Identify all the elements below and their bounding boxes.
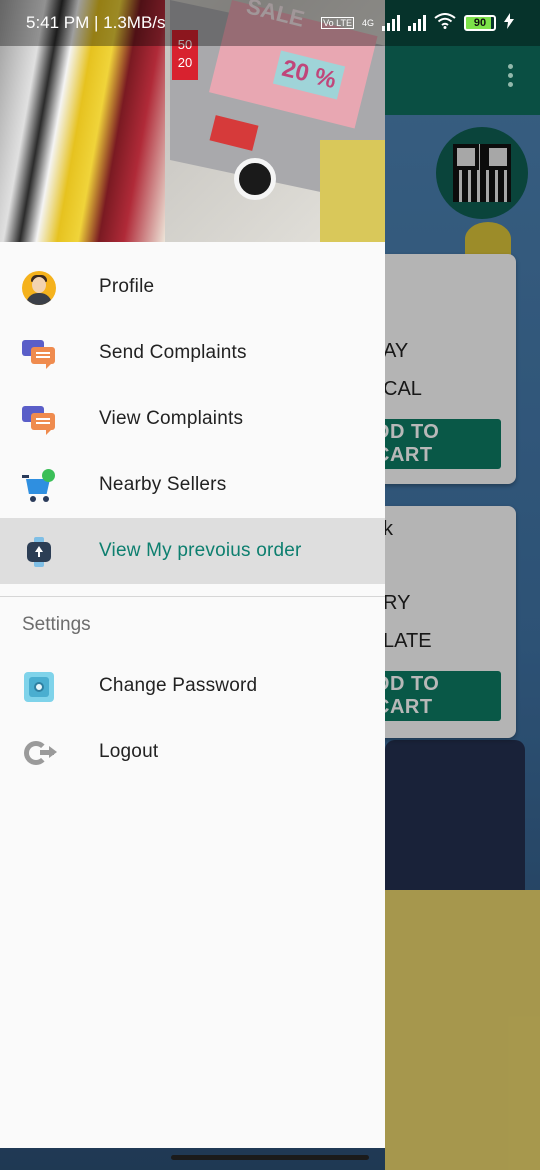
drawer-menu: Profile Send Complaints View Complaints … [0, 254, 385, 785]
menu-item-label: Logout [99, 741, 159, 762]
signal-icon [408, 15, 426, 31]
battery-icon: 90 [464, 15, 496, 31]
menu-item-send-complaints[interactable]: Send Complaints [0, 320, 385, 386]
wifi-icon [434, 12, 456, 34]
status-time-speed: 5:41 PM | 1.3MB/s [26, 13, 166, 32]
menu-item-label: View My prevoius order [99, 540, 302, 561]
menu-item-nearby-sellers[interactable]: Nearby Sellers [0, 452, 385, 518]
menu-item-label: Send Complaints [99, 342, 247, 363]
menu-item-label: View Complaints [99, 408, 244, 429]
menu-item-previous-order[interactable]: View My prevoius order [0, 518, 385, 584]
status-bar: 5:41 PM | 1.3MB/s Vo LTE 4G 90 [0, 0, 540, 46]
charging-icon [504, 12, 514, 34]
volte-icon: Vo LTE [321, 17, 354, 29]
menu-item-label: Nearby Sellers [99, 474, 227, 495]
chat-icon [22, 403, 56, 437]
avatar-icon [22, 271, 56, 305]
navigation-drawer: SALE 20 % 50 20 Profile Send Complaints … [0, 0, 385, 1148]
menu-item-label: Change Password [99, 675, 258, 696]
safe-icon [22, 670, 56, 704]
signal-icon [382, 15, 400, 31]
watch-upload-icon [22, 535, 56, 569]
gesture-bar[interactable] [171, 1155, 369, 1160]
menu-item-profile[interactable]: Profile [0, 254, 385, 320]
header-sweater [320, 140, 385, 242]
status-icons: Vo LTE 4G 90 [321, 12, 514, 34]
chat-icon [22, 337, 56, 371]
menu-item-logout[interactable]: Logout [0, 719, 385, 785]
menu-item-label: Profile [99, 276, 155, 297]
menu-item-change-password[interactable]: Change Password [0, 653, 385, 719]
menu-item-view-complaints[interactable]: View Complaints [0, 386, 385, 452]
cart-icon [22, 469, 56, 503]
header-coffee-cup [234, 158, 276, 200]
settings-section-title: Settings [22, 614, 91, 635]
network-type: 4G [361, 18, 374, 28]
logout-icon [22, 736, 57, 770]
